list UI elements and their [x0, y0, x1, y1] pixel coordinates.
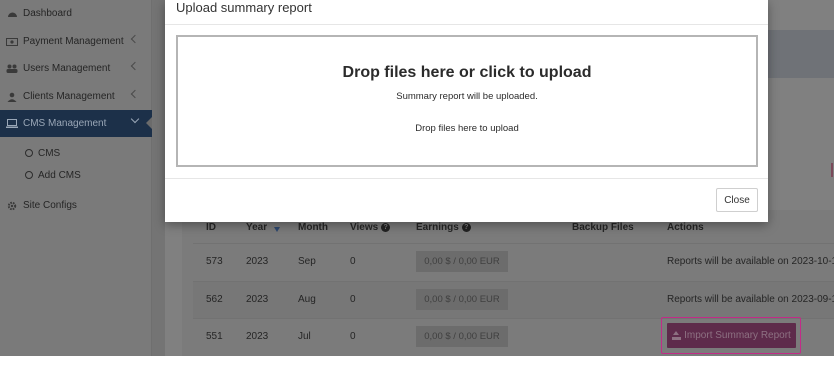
sidebar-subitem-cms[interactable]: CMS — [0, 143, 152, 163]
sidebar-item-users-management[interactable]: Users Management — [0, 55, 152, 82]
earnings-badge: 0,00 $ / 0,00 EUR — [416, 251, 508, 272]
column-header-year[interactable]: Year — [246, 222, 281, 233]
column-header-month: Month — [298, 222, 328, 233]
content-gutter — [152, 0, 165, 356]
chevron-left-icon — [130, 61, 140, 71]
cell-month: Sep — [298, 256, 316, 267]
sort-desc-icon — [274, 227, 281, 232]
sidebar-item-label: CMS Management — [23, 118, 107, 129]
sidebar-item-cms-management[interactable]: CMS Management — [0, 110, 153, 137]
column-header-id: ID — [206, 222, 216, 233]
sidebar-subitem-add-cms[interactable]: Add CMS — [0, 165, 152, 185]
circle-icon — [25, 171, 33, 179]
column-header-views: Views? — [350, 222, 391, 233]
file-dropzone[interactable]: Drop files here or click to upload Summa… — [176, 35, 758, 167]
app-frame: Dashboard Payment Management Users Manag… — [0, 0, 834, 356]
cell-id: 573 — [206, 256, 223, 267]
import-button-label: Import Summary Report — [684, 330, 791, 341]
sidebar-item-dashboard[interactable]: Dashboard — [0, 0, 152, 27]
sidebar-item-payment-management[interactable]: Payment Management — [0, 28, 152, 55]
cell-id: 562 — [206, 294, 223, 305]
sidebar-item-label: Dashboard — [23, 8, 72, 19]
cell-action-text: Reports will be available on 2023-10-15 — [667, 256, 834, 267]
help-icon: ? — [461, 223, 471, 232]
cell-action-text: Reports will be available on 2023-09-15 — [667, 294, 834, 305]
cell-views: 0 — [350, 294, 356, 305]
close-button[interactable]: Close — [716, 188, 758, 212]
chevron-down-icon — [130, 114, 140, 124]
dropzone-subtitle: Summary report will be uploaded. — [396, 91, 538, 102]
import-summary-report-button[interactable]: Import Summary Report — [667, 323, 796, 348]
cell-views: 0 — [350, 331, 356, 342]
cell-year: 2023 — [246, 294, 269, 305]
sidebar-item-label: Payment Management — [23, 36, 124, 47]
dashboard-icon — [6, 9, 18, 19]
laptop-icon — [6, 119, 18, 129]
cell-year: 2023 — [246, 331, 269, 342]
import-button-highlight: Import Summary Report — [661, 317, 801, 354]
upload-icon — [672, 331, 682, 340]
sidebar-item-clients-management[interactable]: Clients Management — [0, 83, 152, 110]
gear-icon — [6, 201, 18, 211]
chevron-left-icon — [130, 34, 140, 44]
cell-year: 2023 — [246, 256, 269, 267]
edge-marker — [831, 163, 833, 177]
modal-footer-divider — [165, 178, 768, 179]
circle-icon — [25, 149, 33, 157]
sidebar-subitem-label: CMS — [38, 147, 61, 159]
cell-month: Aug — [298, 294, 316, 305]
modal-header-divider — [165, 24, 768, 25]
sidebar-item-label: Site Configs — [23, 200, 77, 211]
column-header-backup-files: Backup Files — [572, 222, 634, 233]
modal-title: Upload summary report — [176, 0, 312, 15]
column-header-earnings: Earnings? — [416, 222, 471, 233]
chevron-left-icon — [130, 89, 140, 99]
sidebar-item-site-configs[interactable]: Site Configs — [0, 192, 152, 219]
cell-month: Jul — [298, 331, 311, 342]
users-icon — [6, 64, 18, 74]
dropzone-title: Drop files here or click to upload — [342, 64, 592, 81]
column-header-actions: Actions — [667, 222, 704, 233]
earnings-badge: 0,00 $ / 0,00 EUR — [416, 289, 508, 310]
help-icon: ? — [381, 223, 391, 232]
sidebar-subitem-label: Add CMS — [38, 169, 81, 181]
dropzone-message: Drop files here to upload — [415, 123, 519, 134]
client-icon — [6, 92, 18, 102]
cell-views: 0 — [350, 256, 356, 267]
earnings-badge: 0,00 $ / 0,00 EUR — [416, 326, 508, 347]
upload-modal: Upload summary report Drop files here or… — [165, 0, 768, 222]
sidebar-item-label: Users Management — [23, 63, 111, 74]
payment-icon — [6, 37, 18, 47]
sidebar: Dashboard Payment Management Users Manag… — [0, 0, 153, 356]
sidebar-item-label: Clients Management — [23, 91, 115, 102]
cell-id: 551 — [206, 331, 223, 342]
